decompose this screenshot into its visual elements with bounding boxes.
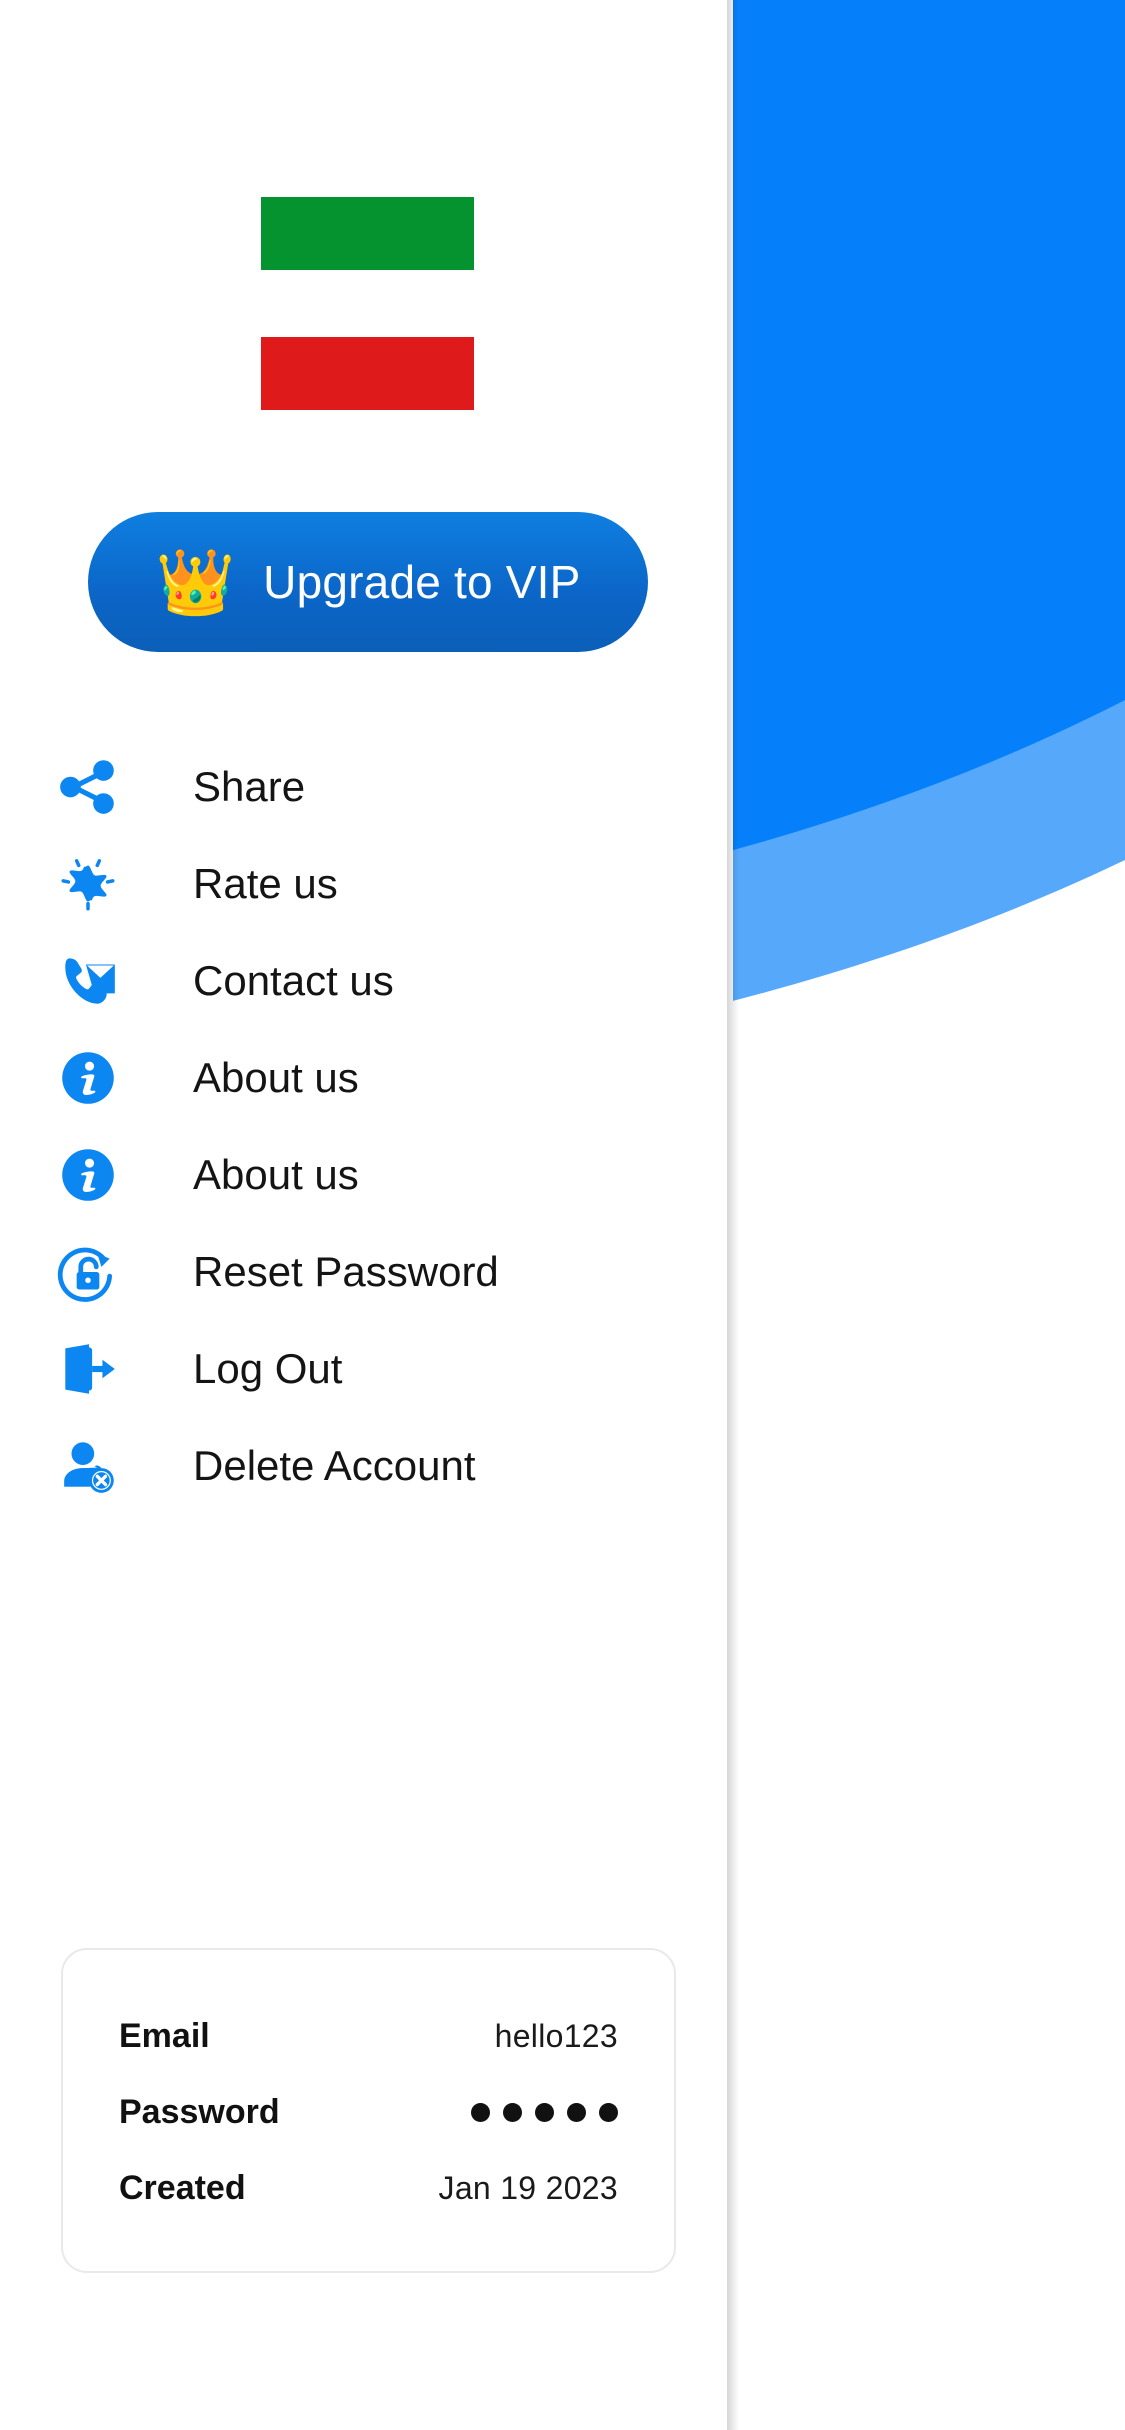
phone-mail-icon bbox=[55, 948, 121, 1014]
menu-item-rate-us[interactable]: Rate us bbox=[0, 835, 727, 932]
menu-item-reset-password[interactable]: Reset Password bbox=[0, 1223, 727, 1320]
logout-door-icon bbox=[55, 1336, 121, 1402]
menu-item-label: Log Out bbox=[193, 1344, 343, 1392]
menu-item-share[interactable]: Share bbox=[0, 738, 727, 835]
user-delete-icon bbox=[55, 1433, 121, 1499]
info-circle-icon-svg bbox=[62, 1051, 114, 1104]
hero-header-curves bbox=[733, 0, 1125, 1120]
reset-password-lock-icon-svg bbox=[57, 1247, 113, 1302]
menu-item-label: Delete Account bbox=[193, 1441, 476, 1489]
drawer-edge-shadow bbox=[727, 0, 739, 2430]
info-circle-icon bbox=[55, 1142, 121, 1208]
menu-item-delete-account[interactable]: Delete Account bbox=[0, 1417, 727, 1514]
app-screen: 👑 Upgrade to VIP Share Rate us Contact u… bbox=[0, 0, 1125, 2430]
info-label: Password bbox=[119, 2092, 280, 2131]
share-icon-svg bbox=[60, 759, 114, 814]
crown-icon: 👑 bbox=[155, 546, 236, 618]
menu-item-log-out[interactable]: Log Out bbox=[0, 1320, 727, 1417]
menu-item-label: About us bbox=[193, 1053, 359, 1101]
info-row-password: Password bbox=[119, 2074, 618, 2150]
navigation-drawer: 👑 Upgrade to VIP Share Rate us Contact u… bbox=[0, 0, 727, 2430]
main-content-panel bbox=[733, 0, 1125, 2430]
star-rate-icon-svg bbox=[61, 858, 115, 911]
menu-item-label: Share bbox=[193, 762, 306, 810]
drawer-menu-list: Share Rate us Contact us About us About … bbox=[0, 738, 727, 1514]
info-label: Email bbox=[119, 2016, 210, 2055]
hero-curve-svg bbox=[733, 0, 1125, 1001]
info-row-email: Email hello123 bbox=[119, 1998, 618, 2074]
menu-item-label: Reset Password bbox=[193, 1247, 499, 1295]
menu-item-label: Contact us bbox=[193, 956, 394, 1004]
password-dot bbox=[567, 2102, 586, 2122]
menu-item-label: Rate us bbox=[193, 859, 338, 907]
password-dot bbox=[503, 2102, 522, 2122]
phone-mail-icon-svg bbox=[65, 957, 115, 1004]
star-rate-icon bbox=[55, 851, 121, 917]
green-block bbox=[261, 197, 474, 270]
menu-item-contact-us[interactable]: Contact us bbox=[0, 932, 727, 1029]
password-dot bbox=[471, 2102, 490, 2122]
account-info-card: Email hello123 Password Created Jan 19 2… bbox=[61, 1948, 676, 2273]
info-row-created: Created Jan 19 2023 bbox=[119, 2150, 618, 2226]
info-circle-icon-svg bbox=[62, 1148, 114, 1201]
reset-password-lock-icon bbox=[55, 1239, 121, 1305]
info-label: Created bbox=[119, 2168, 246, 2207]
user-delete-icon-svg bbox=[64, 1441, 114, 1493]
logout-door-icon-svg bbox=[65, 1343, 115, 1394]
password-dot bbox=[535, 2102, 554, 2122]
share-icon bbox=[55, 754, 121, 820]
password-dot bbox=[599, 2102, 618, 2122]
upgrade-to-vip-label: Upgrade to VIP bbox=[263, 556, 581, 608]
info-value: hello123 bbox=[494, 2017, 618, 2054]
upgrade-to-vip-button[interactable]: 👑 Upgrade to VIP bbox=[88, 512, 648, 652]
red-block bbox=[261, 337, 474, 410]
info-circle-icon bbox=[55, 1045, 121, 1111]
menu-item-about-us-1[interactable]: About us bbox=[0, 1029, 727, 1126]
menu-item-about-us-2[interactable]: About us bbox=[0, 1126, 727, 1223]
password-masked-value bbox=[471, 2102, 618, 2122]
info-value: Jan 19 2023 bbox=[438, 2169, 618, 2206]
menu-item-label: About us bbox=[193, 1150, 359, 1198]
